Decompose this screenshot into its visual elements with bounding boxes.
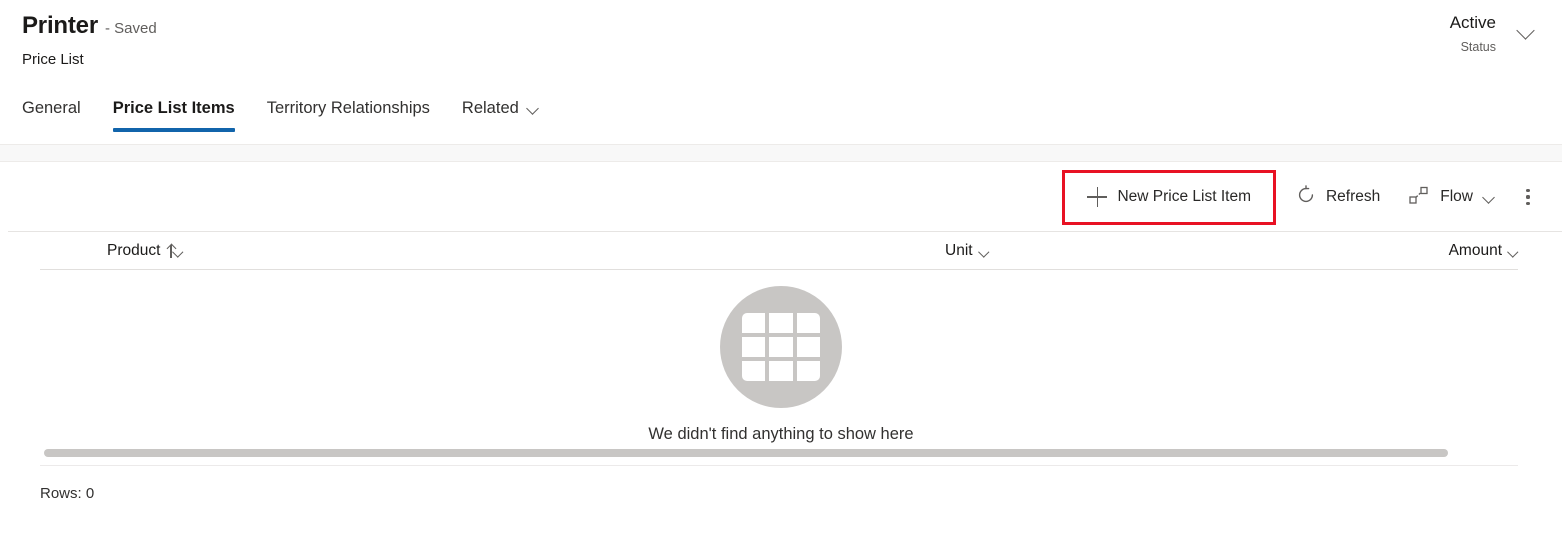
- record-header-status-area: Active Status: [1450, 14, 1544, 54]
- plus-icon: [1087, 187, 1108, 207]
- chevron-down-icon: [173, 248, 174, 255]
- tab-bar: General Price List Items Territory Relat…: [0, 86, 1562, 144]
- arrow-up-icon: [166, 244, 171, 258]
- new-price-list-item-button[interactable]: New Price List Item: [1073, 175, 1265, 219]
- tab-label: Price List Items: [112, 98, 235, 117]
- page-title: Printer: [22, 12, 98, 39]
- tab-general[interactable]: General: [22, 86, 97, 130]
- record-header: Printer - Saved Price List Active Status: [0, 0, 1562, 86]
- status-label: Status: [1460, 40, 1496, 54]
- tab-territory-relationships[interactable]: Territory Relationships: [251, 86, 446, 130]
- column-header-amount[interactable]: Amount: [1449, 242, 1518, 260]
- empty-state-message: We didn't find anything to show here: [648, 425, 914, 443]
- status-block[interactable]: Active Status: [1450, 14, 1496, 54]
- more-vertical-icon: [1519, 187, 1537, 207]
- table-grid-glyph: [742, 313, 820, 381]
- row-count-label: Rows: 0: [40, 485, 95, 502]
- save-status-text: - Saved: [104, 20, 157, 37]
- tab-label: General: [22, 98, 81, 117]
- tab-label: Territory Relationships: [266, 98, 430, 117]
- grid-horizontal-scrollbar[interactable]: [0, 445, 1562, 461]
- chevron-down-icon: [1517, 24, 1537, 36]
- price-list-items-grid: Product Unit Amount We didn't find anyth…: [0, 232, 1562, 502]
- column-header-unit[interactable]: Unit: [945, 242, 989, 260]
- record-title-block: Printer - Saved Price List: [22, 14, 157, 69]
- refresh-label: Refresh: [1325, 188, 1381, 205]
- chevron-down-icon: [1483, 193, 1496, 201]
- tab-price-list-items[interactable]: Price List Items: [97, 86, 251, 132]
- grid-header-row: Product Unit Amount: [0, 232, 1562, 270]
- column-header-label: Product: [107, 242, 161, 259]
- scrollbar-thumb[interactable]: [44, 449, 1448, 457]
- chevron-down-icon: [1508, 248, 1518, 255]
- refresh-button[interactable]: Refresh: [1282, 175, 1394, 219]
- new-price-list-item-highlight: New Price List Item: [1062, 169, 1276, 225]
- chevron-down-icon: [527, 104, 540, 112]
- status-value: Active: [1449, 13, 1496, 32]
- flow-label: Flow: [1440, 188, 1473, 205]
- column-header-label: Unit: [945, 242, 973, 259]
- command-bar: New Price List Item Refresh Flow: [0, 162, 1562, 232]
- flow-icon: [1408, 185, 1430, 210]
- flow-button[interactable]: Flow: [1394, 175, 1510, 219]
- tab-label: Related: [461, 98, 519, 117]
- record-title-line: Printer - Saved: [22, 14, 157, 38]
- new-price-list-item-label: New Price List Item: [1117, 188, 1251, 205]
- header-expand-button[interactable]: [1510, 15, 1544, 45]
- grid-empty-state: We didn't find anything to show here: [0, 270, 1562, 445]
- chevron-down-icon: [979, 248, 989, 255]
- refresh-icon: [1296, 184, 1316, 210]
- section-separator-band: [0, 144, 1562, 162]
- column-header-product[interactable]: Product: [107, 242, 174, 260]
- column-header-label: Amount: [1448, 242, 1502, 259]
- grid-footer: Rows: 0: [0, 466, 1562, 502]
- record-entity-subtitle: Price List: [22, 51, 84, 68]
- tab-related[interactable]: Related: [446, 86, 556, 130]
- table-grid-icon: [720, 286, 842, 408]
- command-bar-overflow-button[interactable]: [1510, 175, 1546, 219]
